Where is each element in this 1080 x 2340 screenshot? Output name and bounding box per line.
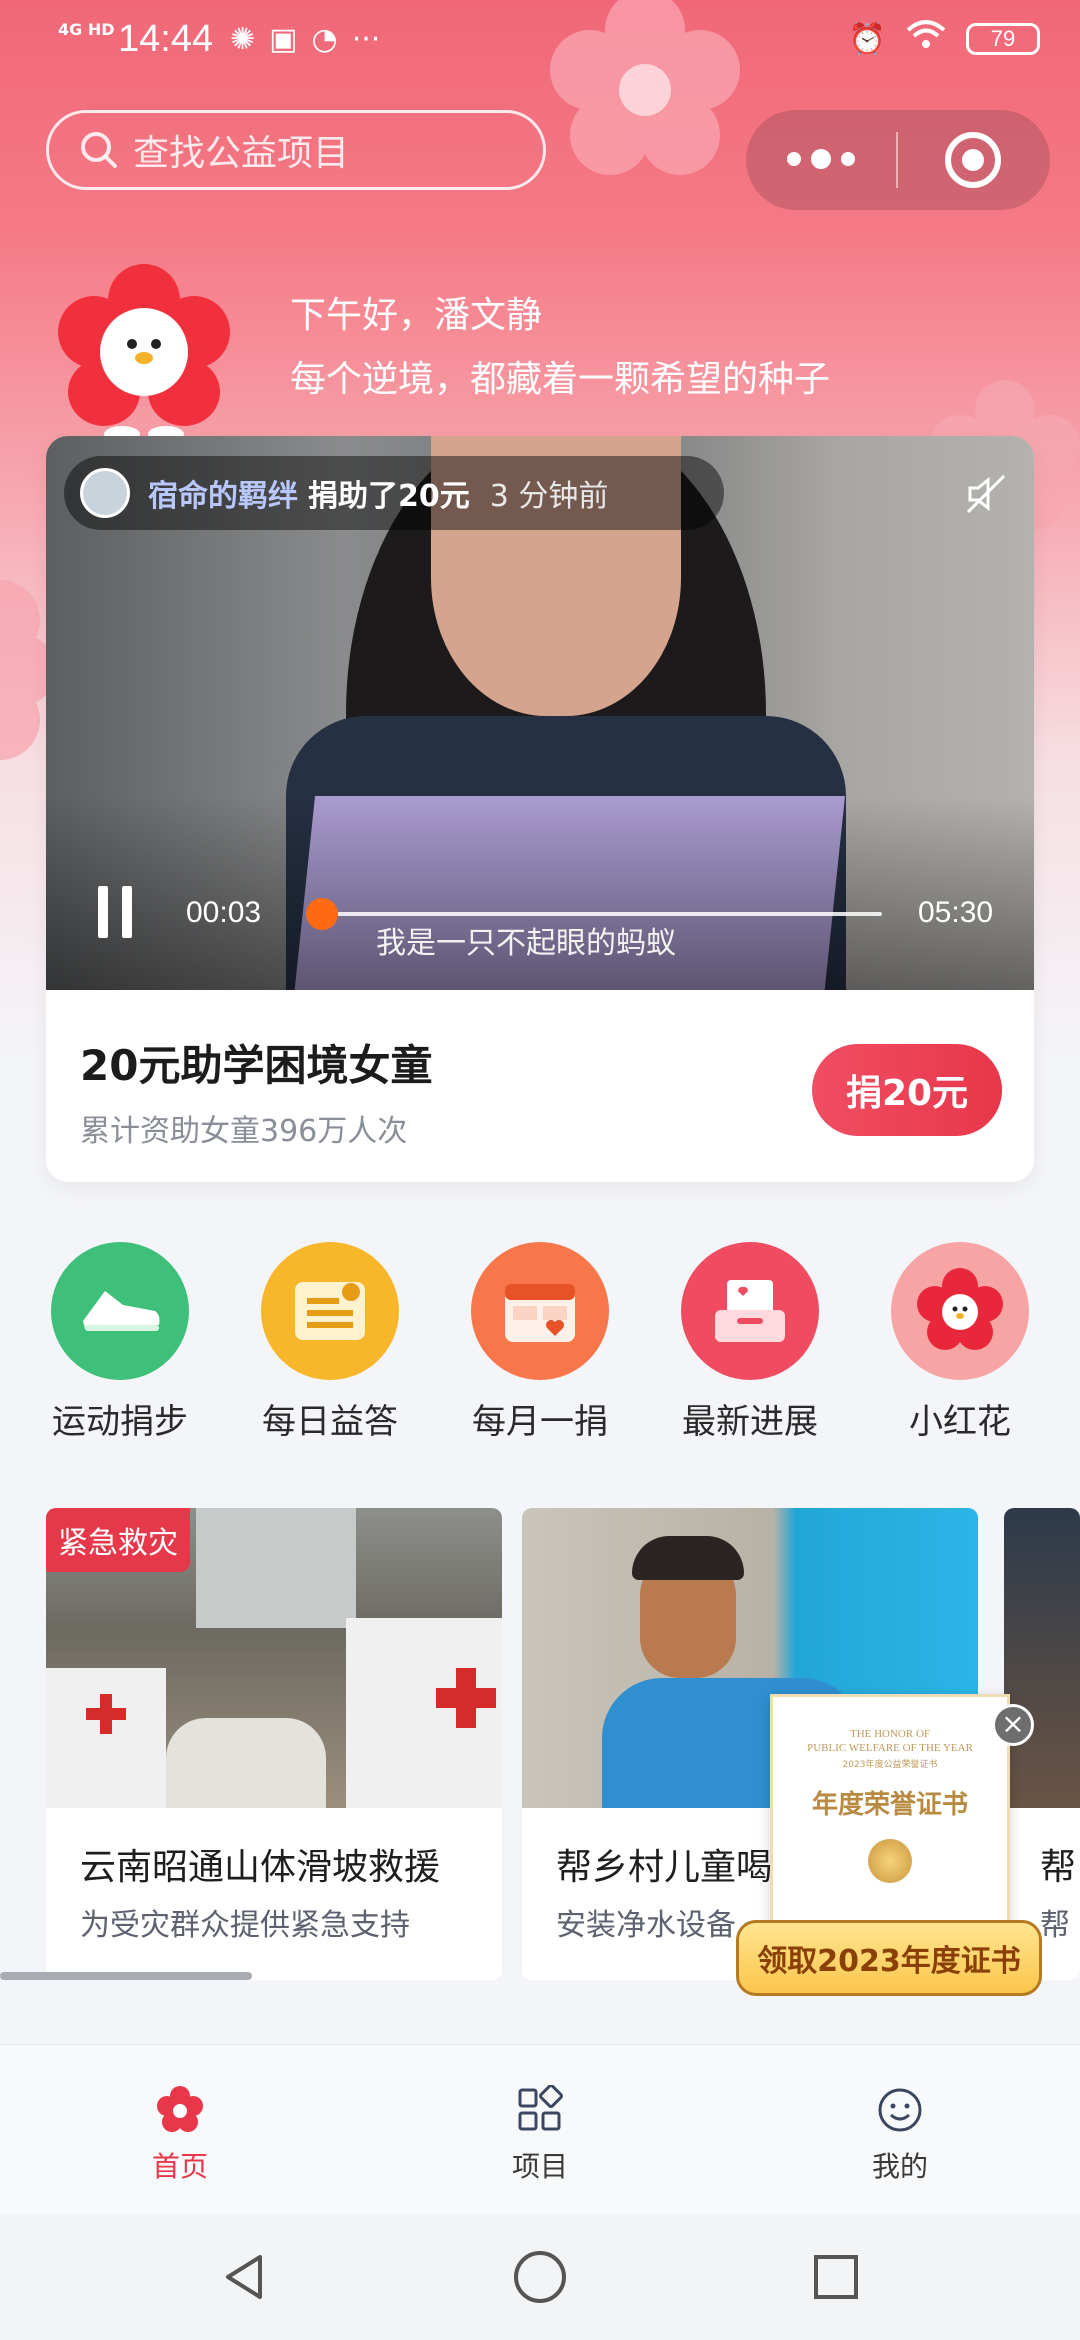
smile-icon [878,2088,922,2132]
supply-bags [166,1718,326,1808]
bottom-tab-bar: 首页 项目 我的 [0,2044,1080,2214]
avatar [80,468,130,518]
project-title: 20元助学困境女童 [80,1041,433,1090]
total-time: 05:30 [918,896,994,929]
rescue-worker-vest [46,1668,166,1808]
entry-label: 运动捐步 [52,1402,188,1442]
mute-icon[interactable] [964,472,1008,526]
entry-label: 每月一捐 [472,1402,608,1442]
project-subtitle: 帮 [1040,1908,1070,1943]
tab-profile[interactable]: 我的 [720,2045,1080,2214]
target-icon [945,132,1001,188]
tab-projects[interactable]: 项目 [360,2045,720,2214]
tab-label: 我的 [871,2150,928,2183]
certificate-en-line2: PUBLIC WELFARE OF THE YEAR [807,1742,973,1754]
donation-time: 3 分钟前 [489,479,609,514]
certificate-title: 年度荣誉证书 [811,1790,968,1820]
rescue-worker-vest-2 [346,1618,502,1808]
wifi-icon [906,20,946,58]
entry-daily-quiz[interactable]: 每日益答 [240,1242,420,1443]
urgent-badge: 紧急救灾 [46,1508,190,1572]
miniapp-capsule [746,110,1050,210]
video-subtitle: 我是一只不起眼的蚂蚁 [376,926,676,961]
red-flower-icon [891,1242,1029,1380]
status-right: ⏰ 79 [849,20,1040,58]
mascot-flower-icon [58,264,230,442]
flower-icon [157,2086,203,2132]
video-app-icon: ▣ [269,22,298,57]
entry-label: 小红花 [909,1402,1011,1442]
calendar-icon [471,1242,609,1380]
certificate-small: 2023年度公益荣誉证书 [842,1760,938,1770]
seal-icon [868,1839,912,1883]
donor-name: 宿命的羁绊 [148,479,298,514]
network-indicator: 4G HD [58,20,115,39]
project-title: 帮乡村儿童喝 [556,1847,773,1888]
search-icon [81,132,117,168]
claim-certificate-button[interactable]: 领取2023年度证书 [736,1920,1042,1996]
home-icon[interactable] [512,2249,568,2305]
project-subtitle: 安装净水设备 [556,1908,736,1943]
recents-icon[interactable] [808,2249,864,2305]
horizontal-scrollbar[interactable] [0,1972,252,1980]
decorative-flower-left [0,580,50,760]
child-hair [632,1536,744,1580]
certificate-card[interactable]: THE HONOR OF PUBLIC WELFARE OF THE YEAR … [770,1694,1010,1930]
pinwheel-icon: ✺ [230,22,256,57]
greeting-slogan: 每个逆境，都藏着一颗希望的种子 [290,359,831,400]
tab-label: 首页 [151,2150,208,2183]
notification-icons: ✺ ▣ ◔ ··· [230,22,380,57]
entry-label: 最新进展 [682,1402,818,1442]
tab-label: 项目 [511,2150,568,2183]
speedometer-icon: ◔ [311,22,338,57]
alarm-icon: ⏰ [848,21,886,57]
more-notifications: ··· [351,22,381,57]
entry-monthly-donation[interactable]: 每月一捐 [450,1242,630,1443]
current-time: 00:03 [186,896,262,929]
entry-red-flower[interactable]: 小红花 [870,1242,1050,1443]
project-image-partial [1004,1508,1080,1808]
donation-action: 捐助了20元 [308,479,470,514]
featured-project-card[interactable]: 宿命的羁绊 捐助了20元 3 分钟前 00:03 05:30 我是一只不起眼的蚂… [46,436,1034,1182]
entry-label: 每日益答 [262,1402,398,1442]
entry-latest-progress[interactable]: 最新进展 [660,1242,840,1443]
back-icon[interactable] [216,2249,272,2305]
project-summary: 累计资助女童396万人次 [80,1114,408,1149]
system-navigation-bar [0,2214,1080,2340]
grid-icon [518,2085,563,2131]
clock: 14:44 [118,18,214,60]
search-input[interactable]: 查找公益项目 [46,110,546,190]
certificate-en-line1: THE HONOR OF [849,1728,931,1740]
tab-home[interactable]: 首页 [0,2045,360,2214]
video-player[interactable]: 宿命的羁绊 捐助了20元 3 分钟前 00:03 05:30 我是一只不起眼的蚂… [46,436,1034,990]
entry-step-donation[interactable]: 运动捐步 [30,1242,210,1443]
close-miniapp-button[interactable] [898,132,1048,188]
recent-donation-pill: 宿命的羁绊 捐助了20元 3 分钟前 [64,456,724,530]
status-bar: 4G HD 14:44 ✺ ▣ ◔ ··· ⏰ 79 [0,0,1080,84]
battery-icon: 79 [966,23,1040,55]
quiz-icon [261,1242,399,1380]
project-title: 云南昭通山体滑坡救援 [80,1847,441,1888]
donate-button[interactable]: 捐20元 [812,1044,1002,1136]
project-image-disaster: 紧急救灾 [46,1508,502,1808]
project-subtitle: 为受灾群众提供紧急支持 [80,1908,410,1943]
close-icon[interactable]: × [992,1704,1034,1746]
progress-track[interactable] [305,898,882,930]
greeting-text: 下午好，潘文静 [290,295,543,336]
sneaker-icon [51,1242,189,1380]
project-title: 帮 [1040,1847,1077,1888]
progress-knob[interactable] [305,898,338,930]
project-card[interactable]: 紧急救灾 云南昭通山体滑坡救援 为受灾群众提供紧急支持 [46,1508,502,1980]
inbox-icon [681,1242,819,1380]
more-menu-button[interactable] [746,148,896,169]
tent-shape [196,1508,356,1628]
search-placeholder: 查找公益项目 [133,133,350,174]
quick-entries: 运动捐步 每日益答 每月一捐 最新进展 小红花 [30,1242,1050,1443]
pause-button[interactable] [98,886,132,938]
